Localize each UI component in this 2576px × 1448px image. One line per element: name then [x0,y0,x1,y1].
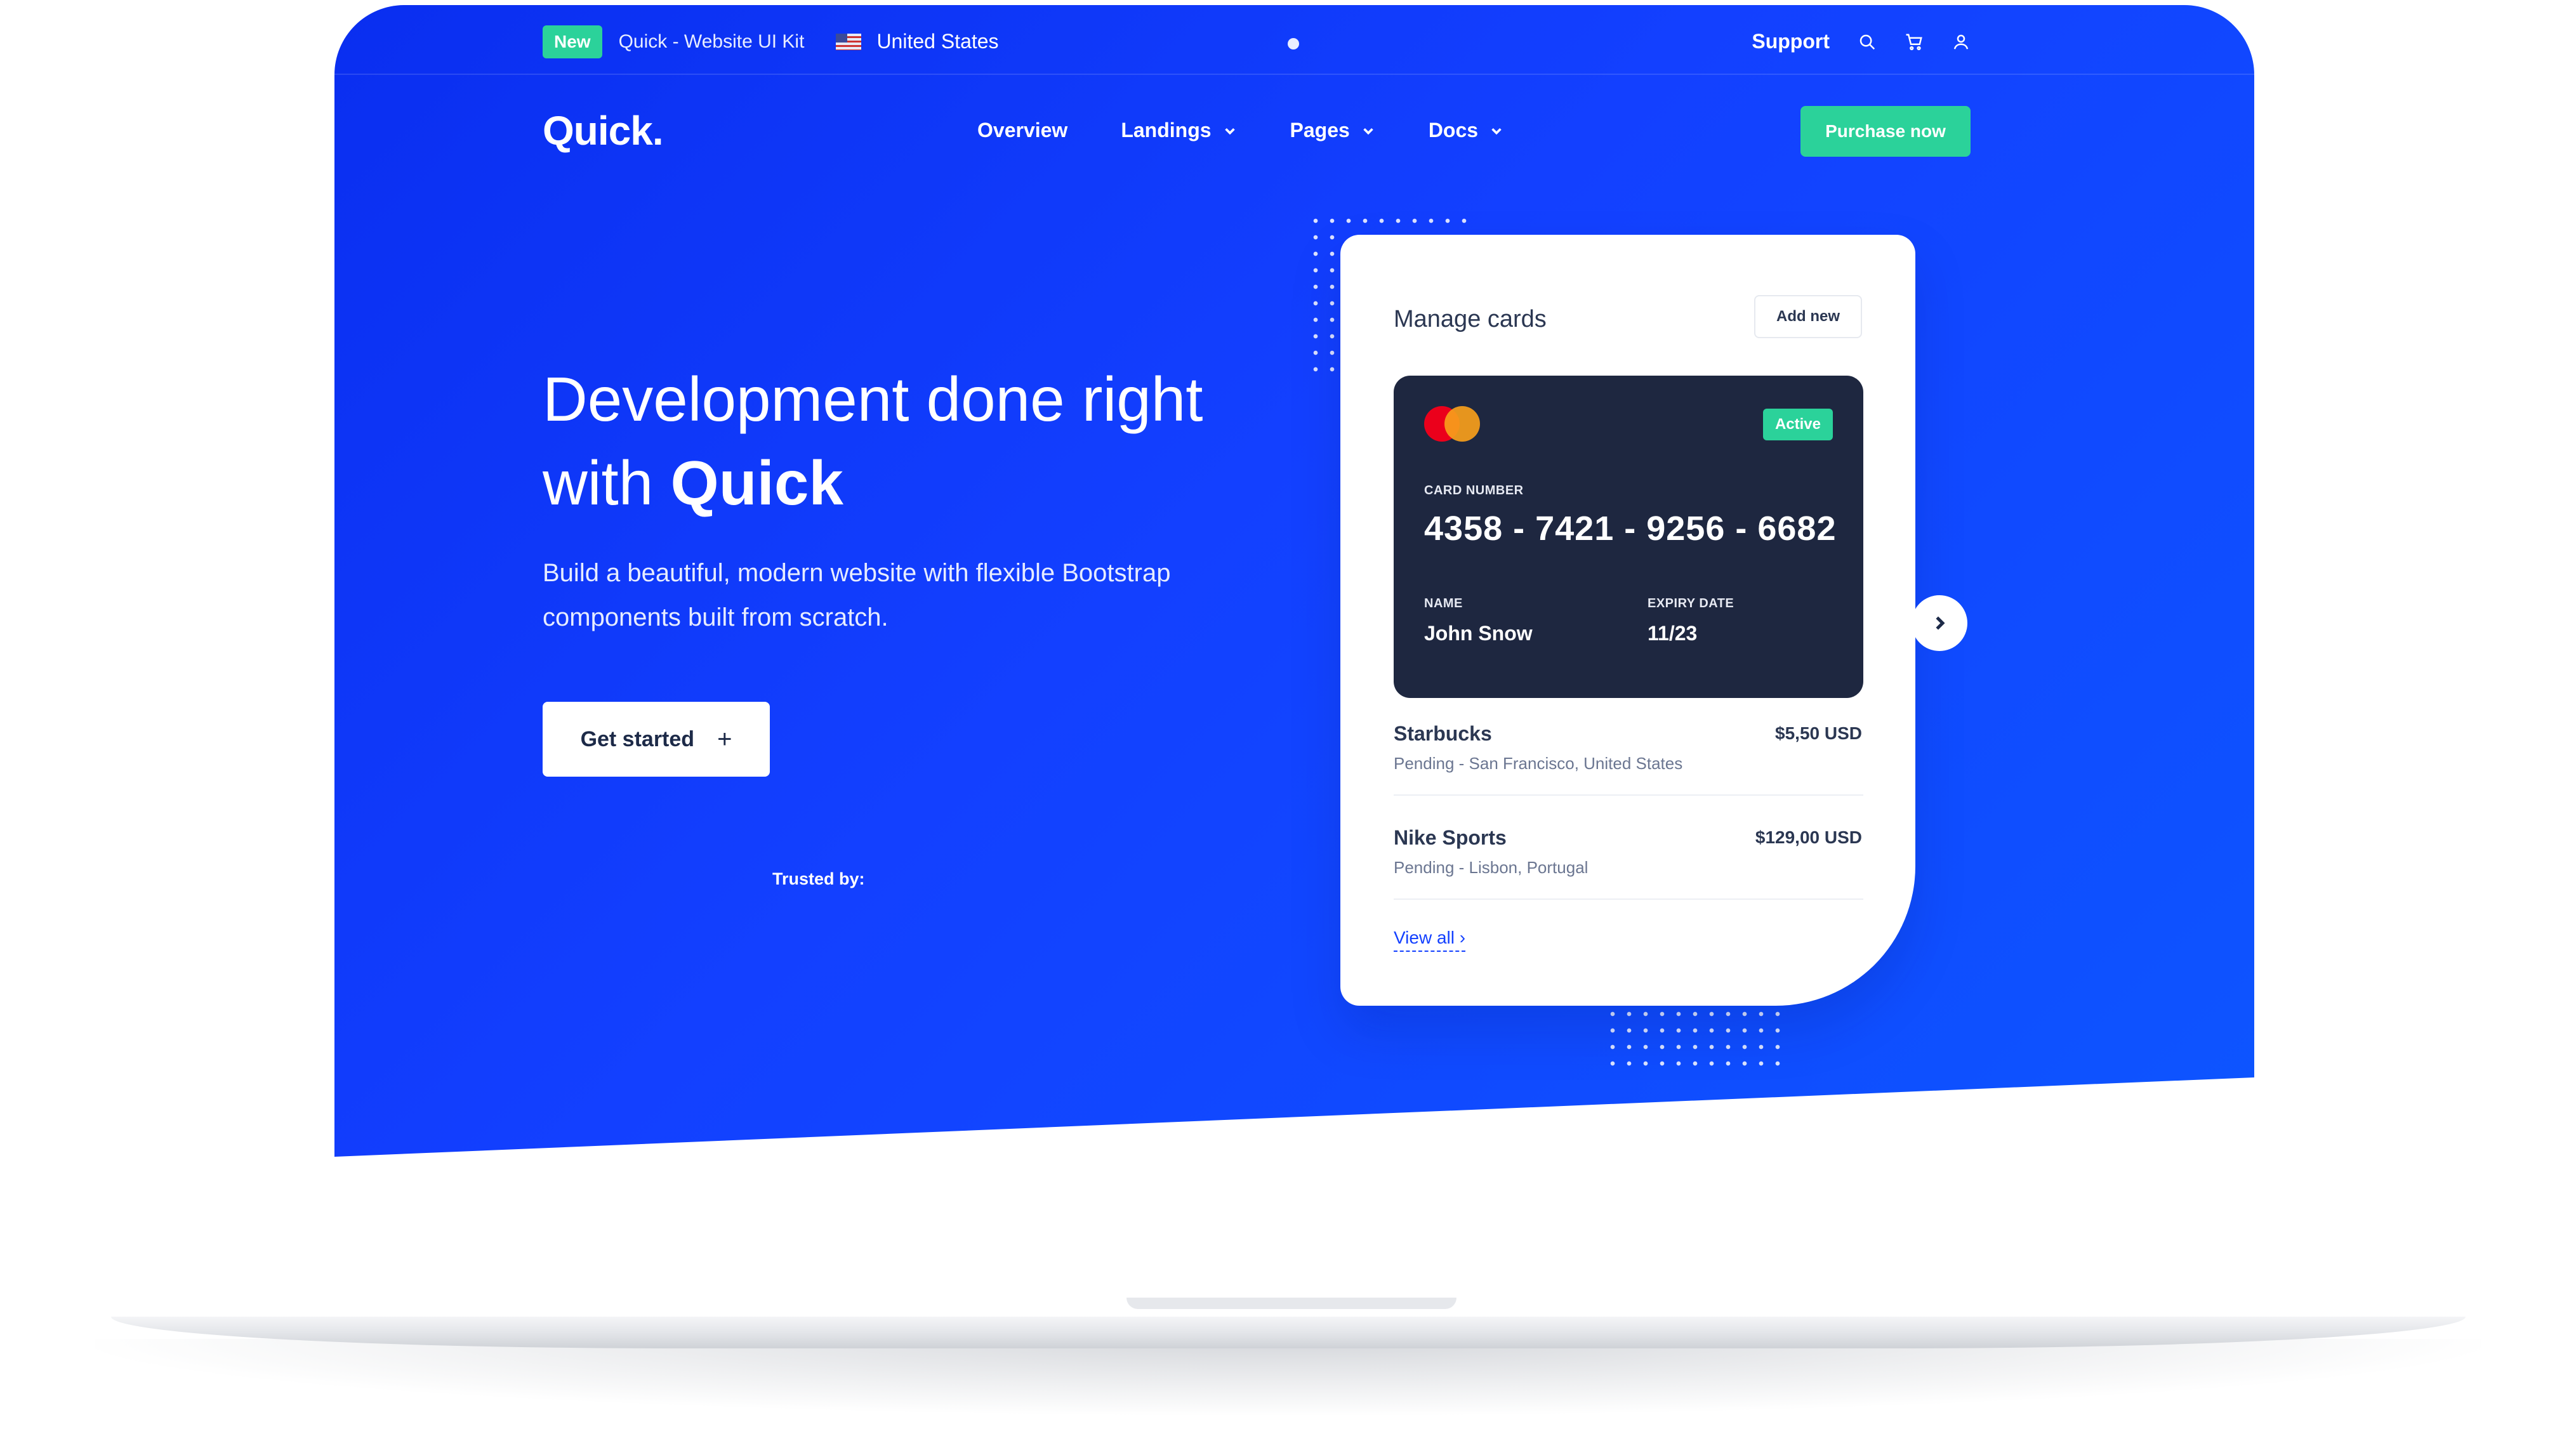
transaction-amount: $129,00 USD [1755,827,1862,847]
chevron-down-icon [1363,128,1373,135]
chevron-down-icon [1224,128,1235,135]
trusted-by-label: Trusted by: [772,869,865,888]
nav-item-label: Pages [1290,119,1350,142]
nav-item-label: Overview [977,119,1068,142]
hero-subtitle-line2: components built from scratch. [543,603,888,631]
nav-item-overview[interactable]: Overview [977,119,1067,142]
add-new-button[interactable]: Add new [1754,295,1862,338]
status-badge: Active [1763,409,1833,440]
us-flag-icon [836,33,862,50]
manage-cards-panel: Manage cards Add new Active CARD NUMBER … [1340,235,1915,1006]
hero-title-with: with [543,448,654,518]
chevron-down-icon [1491,128,1502,135]
credit-card[interactable]: Active CARD NUMBER 4358 - 7421 - 9256 - … [1394,376,1863,698]
card-holder-name: John Snow [1424,622,1533,645]
hero-title-line1: Development done right [543,364,1203,434]
next-card-button[interactable] [1912,595,1967,651]
nav-item-label: Landings [1121,119,1212,142]
hero-title: Development done right with Quick [543,357,1304,525]
card-number: 4358 - 7421 - 9256 - 6682 [1424,510,1837,548]
transaction-merchant: Starbucks [1394,722,1492,745]
purchase-now-button[interactable]: Purchase now [1800,106,1971,157]
mastercard-logo-icon [1424,406,1481,442]
card-number-label: CARD NUMBER [1424,484,1524,497]
transaction-divider [1394,898,1863,900]
panel-title: Manage cards [1394,306,1547,332]
country-selector[interactable]: United States [876,30,998,53]
user-icon[interactable] [1952,32,1971,51]
top-bar: New Quick - Website UI Kit United States… [543,24,1971,59]
main-nav: Quick. Overview Landings Pages Docs Purc… [543,103,1971,157]
card-expiry: 11/23 [1648,622,1698,645]
transaction-status: Pending - San Francisco, United States [1394,754,1683,773]
expiry-label: EXPIRY DATE [1648,596,1734,610]
nav-item-label: Docs [1428,119,1479,142]
get-started-button[interactable]: Get started + [543,702,770,777]
nav-item-pages[interactable]: Pages [1290,119,1375,142]
dots-pattern-left [1307,229,1340,378]
laptop-base [111,1317,2466,1348]
cart-icon[interactable] [1905,32,1924,51]
transaction-divider [1394,794,1863,796]
top-bar-actions: Support [1752,24,1971,59]
laptop-shadow [95,1339,2481,1415]
view-all-link[interactable]: View all › [1394,928,1466,952]
support-link[interactable]: Support [1752,30,1830,53]
laptop-screen: New Quick - Website UI Kit United States… [334,5,2254,1157]
nav-item-docs[interactable]: Docs [1429,119,1503,142]
hero-subtitle-line1: Build a beautiful, modern website with f… [543,559,1171,587]
dots-pattern-bottom [1604,1006,1786,1072]
nav-item-landings[interactable]: Landings [1121,119,1236,142]
chevron-right-icon [1936,616,1945,630]
logo[interactable]: Quick. [543,107,664,154]
kit-name[interactable]: Quick - Website UI Kit [619,31,805,53]
top-bar-divider [334,74,2254,75]
transaction-amount: $5,50 USD [1775,723,1862,743]
name-label: NAME [1424,596,1463,610]
dots-pattern-top [1307,213,1472,229]
hero-title-brand: Quick [670,448,843,518]
plus-icon: + [717,725,732,753]
transaction-status: Pending - Lisbon, Portugal [1394,858,1589,877]
transaction-merchant: Nike Sports [1394,826,1507,849]
new-badge: New [543,25,602,58]
hero-subtitle: Build a beautiful, modern website with f… [543,551,1241,640]
laptop-notch [1126,1298,1456,1309]
nav-links: Overview Landings Pages Docs [977,119,1503,142]
search-icon[interactable] [1858,32,1877,51]
get-started-label: Get started [580,727,695,751]
